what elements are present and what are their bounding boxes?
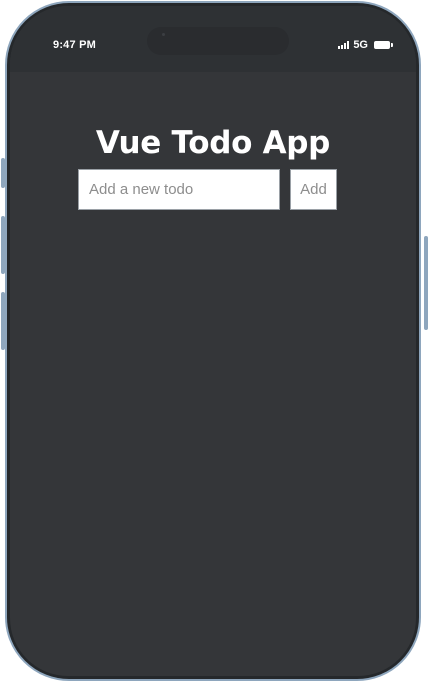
status-time: 9:47 PM: [53, 39, 96, 51]
network-label: 5G: [353, 39, 368, 51]
add-todo-button[interactable]: Add: [290, 169, 337, 210]
power-button[interactable]: [424, 236, 428, 330]
camera-icon: [162, 33, 165, 36]
phone-screen: 9:47 PM 5G Vue Todo App Add: [10, 6, 416, 676]
status-indicators: 5G: [338, 39, 393, 51]
status-bar: 9:47 PM 5G: [10, 6, 416, 72]
page-title: Vue Todo App: [95, 125, 331, 161]
new-todo-input[interactable]: [78, 169, 280, 210]
signal-icon: [338, 41, 350, 49]
phone-frame: 9:47 PM 5G Vue Todo App Add: [5, 1, 421, 681]
dynamic-island: [147, 27, 289, 55]
battery-icon: [374, 41, 393, 49]
